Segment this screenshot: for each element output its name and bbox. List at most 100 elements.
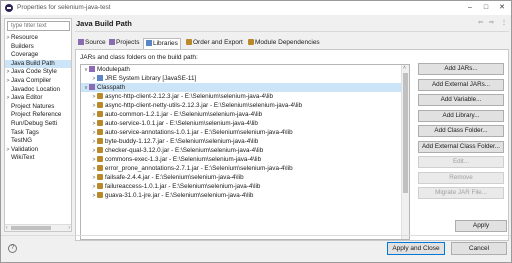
cancel-button[interactable]: Cancel xyxy=(451,242,507,255)
sidebar-item-label: Project Natures xyxy=(11,102,55,110)
build-path-entry[interactable]: > failsafe-2.4.4.jar - E:\Selenium\seleni… xyxy=(81,173,409,182)
back-arrow-icon[interactable]: ⇦ xyxy=(478,19,483,26)
build-path-entry[interactable]: > byte-buddy-1.12.7.jar - E:\Selenium\sel… xyxy=(81,137,409,146)
scrollbar-thumb[interactable] xyxy=(403,73,408,193)
tab-module-dependencies[interactable]: Module Dependencies xyxy=(246,38,322,49)
build-path-entry-label: error_prone_annotations-2.7.1.jar - E:\S… xyxy=(105,165,293,172)
scroll-left-icon[interactable]: ‹ xyxy=(6,225,8,231)
sidebar-item[interactable]: > Java Editor xyxy=(5,94,71,103)
build-path-entry[interactable]: > async-http-client-netty-utils-2.12.3.ja… xyxy=(81,101,409,110)
build-path-entry[interactable]: v Modulepath xyxy=(81,65,409,74)
build-path-entry[interactable]: > error_prone_annotations-2.7.1.jar - E:\… xyxy=(81,164,409,173)
sidebar-item[interactable]: > Resource xyxy=(5,34,71,43)
scrollbar-thumb[interactable] xyxy=(11,226,51,230)
add-class-folder-button[interactable]: Add Class Folder... xyxy=(418,125,504,137)
build-path-entry-label: Classpath xyxy=(97,84,126,91)
sidebar-item-label: Task Tags xyxy=(11,128,39,136)
build-path-entry[interactable]: > auto-service-annotations-1.0.1.jar - E:… xyxy=(81,128,409,137)
libraries-icon xyxy=(146,40,152,46)
build-path-entry-label: failureaccess-1.0.1.jar - E:\Selenium\se… xyxy=(105,183,261,190)
add-library-button[interactable]: Add Library... xyxy=(418,109,504,122)
build-path-entry[interactable]: > JRE System Library [JavaSE-11] xyxy=(81,74,409,83)
edit-button: Edit... xyxy=(418,156,504,168)
apply-button[interactable]: Apply xyxy=(455,220,507,232)
jar-icon xyxy=(97,147,103,153)
build-path-entry[interactable]: > auto-service-1.0.1.jar - E:\Selenium\se… xyxy=(81,119,409,128)
page-title: Java Build Path xyxy=(76,19,132,28)
page-header: Java Build Path ⇦ ⇨ ⋮ xyxy=(75,16,509,31)
help-icon[interactable]: ? xyxy=(8,244,17,253)
jar-icon xyxy=(97,120,103,126)
add-external-jars-button[interactable]: Add External JARs... xyxy=(418,78,504,91)
source-folder-icon xyxy=(78,39,84,45)
order-export-icon xyxy=(186,39,192,45)
add-external-class-folder-button[interactable]: Add External Class Folder... xyxy=(418,140,504,153)
build-path-entry[interactable]: > async-http-client-2.12.3.jar - E:\Selen… xyxy=(81,92,409,101)
build-path-entry[interactable]: > checker-qual-3.12.0.jar - E:\Selenium\s… xyxy=(81,146,409,155)
sidebar-item[interactable]: > Java Code Style xyxy=(5,68,71,77)
sidebar-item[interactable]: > Java Compiler xyxy=(5,77,71,86)
close-button[interactable]: ✕ xyxy=(497,3,507,13)
build-path-entry[interactable]: > auto-common-1.2.1.jar - E:\Selenium\sel… xyxy=(81,110,409,119)
jar-icon xyxy=(97,129,103,135)
build-path-entry-label: JRE System Library [JavaSE-11] xyxy=(105,75,197,82)
scroll-up-icon[interactable]: ˄ xyxy=(403,65,406,71)
sidebar-item-label: Run/Debug Setti xyxy=(11,119,58,127)
vertical-scrollbar[interactable]: ˄ xyxy=(401,65,409,239)
sidebar-item-label: Java Build Path xyxy=(11,59,55,67)
horizontal-scrollbar[interactable]: ‹ › xyxy=(5,224,71,231)
sidebar-item-label: Validation xyxy=(11,145,39,153)
build-path-entry[interactable]: > failureaccess-1.0.1.jar - E:\Selenium\s… xyxy=(81,182,409,191)
build-path-entry-label: async-http-client-netty-utils-2.12.3.jar… xyxy=(105,102,303,109)
migrate-jar-file-button: Migrate JAR File... xyxy=(418,187,504,199)
build-path-entry[interactable]: > guava-31.0.1-jre.jar - E:\Selenium\sele… xyxy=(81,191,409,200)
build-path-entry[interactable]: v Classpath xyxy=(81,83,409,92)
sidebar-item-label: TestNG xyxy=(11,137,32,145)
maximize-button[interactable]: □ xyxy=(481,3,491,13)
sidebar-item[interactable]: Javadoc Location xyxy=(5,86,71,95)
sidebar-item-label: Java Editor xyxy=(11,94,43,102)
apply-and-close-button[interactable]: Apply and Close xyxy=(387,242,445,255)
minimize-button[interactable]: – xyxy=(465,3,475,13)
tab-order-and-export[interactable]: Order and Export xyxy=(184,38,245,49)
sidebar-item[interactable]: WikiText xyxy=(5,154,71,163)
sidebar-item-label: Java Compiler xyxy=(11,76,52,84)
sidebar-item[interactable]: Project Reference xyxy=(5,111,71,120)
add-variable-button[interactable]: Add Variable... xyxy=(418,94,504,106)
sidebar-item[interactable]: TestNG xyxy=(5,137,71,146)
libraries-subtitle: JARs and class folders on the build path… xyxy=(80,54,198,61)
sidebar-item-label: Builders xyxy=(11,42,34,50)
forward-arrow-icon[interactable]: ⇨ xyxy=(489,19,494,26)
build-path-entry-label: guava-31.0.1-jre.jar - E:\Selenium\selen… xyxy=(105,192,254,199)
scroll-right-icon[interactable]: › xyxy=(68,225,70,231)
folder-icon xyxy=(89,84,95,90)
sidebar-item[interactable]: Project Natures xyxy=(5,103,71,112)
add-jars-button[interactable]: Add JARs... xyxy=(418,63,504,75)
tab-source-label: Source xyxy=(85,39,106,46)
filter-input[interactable] xyxy=(7,21,70,31)
build-path-entry-label: auto-service-annotations-1.0.1.jar - E:\… xyxy=(105,129,293,136)
sidebar-item[interactable]: Java Build Path xyxy=(5,59,71,69)
window-title: Properties for selenium-java-test xyxy=(17,4,111,11)
properties-dialog: Properties for selenium-java-test – □ ✕ … xyxy=(0,0,512,263)
footer-divider xyxy=(1,235,511,236)
tab-projects[interactable]: Projects xyxy=(107,38,141,49)
sidebar-item[interactable]: > Validation xyxy=(5,146,71,155)
build-path-tree[interactable]: v Modulepath > JRE System Library [JavaSE-1… xyxy=(80,64,410,240)
sidebar-item[interactable]: Run/Debug Setti xyxy=(5,120,71,129)
tab-libraries-label: Libraries xyxy=(153,40,178,47)
remove-button: Remove xyxy=(418,171,504,184)
sidebar-item[interactable]: Coverage xyxy=(5,51,71,60)
build-path-entry-label: async-http-client-2.12.3.jar - E:\Seleni… xyxy=(105,93,273,100)
jar-icon xyxy=(97,174,103,180)
jar-icon xyxy=(97,138,103,144)
tab-source[interactable]: Source xyxy=(76,38,108,49)
lib-icon xyxy=(97,75,103,81)
build-path-entry-label: auto-common-1.2.1.jar - E:\Selenium\sele… xyxy=(105,111,263,118)
sidebar-item[interactable]: Builders xyxy=(5,43,71,52)
sidebar-item[interactable]: Task Tags xyxy=(5,129,71,138)
build-path-entry[interactable]: > commons-exec-1.3.jar - E:\Selenium\sele… xyxy=(81,155,409,164)
view-menu-icon[interactable]: ⋮ xyxy=(501,19,507,26)
header-divider xyxy=(75,31,509,32)
jar-icon xyxy=(97,192,103,198)
